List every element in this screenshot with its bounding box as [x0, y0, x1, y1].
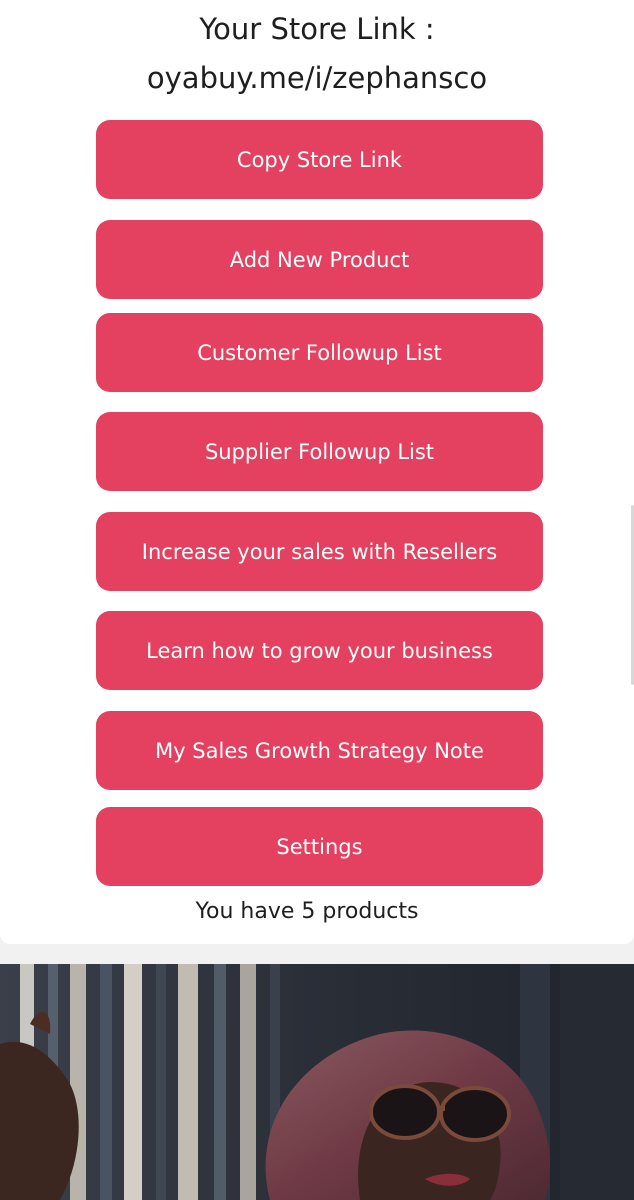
promo-photo	[0, 964, 634, 1200]
store-link-title: Your Store Link :	[199, 12, 435, 46]
learn-grow-business-button[interactable]: Learn how to grow your business	[96, 611, 543, 690]
customer-followup-list-button[interactable]: Customer Followup List	[96, 313, 543, 392]
promo-photo-illustration	[0, 964, 634, 1200]
store-link-url: oyabuy.me/i/zephansco	[146, 61, 488, 95]
supplier-followup-list-button[interactable]: Supplier Followup List	[96, 412, 543, 491]
store-dashboard: Your Store Link : oyabuy.me/i/zephansco …	[0, 0, 634, 1200]
settings-button[interactable]: Settings	[96, 807, 543, 886]
store-menu-card: Your Store Link : oyabuy.me/i/zephansco …	[0, 0, 634, 944]
resellers-button[interactable]: Increase your sales with Resellers	[96, 512, 543, 591]
product-count-text: You have 5 products	[195, 899, 419, 924]
sales-growth-strategy-note-button[interactable]: My Sales Growth Strategy Note	[96, 711, 543, 790]
copy-store-link-button[interactable]: Copy Store Link	[96, 120, 543, 199]
add-new-product-button[interactable]: Add New Product	[96, 220, 543, 299]
